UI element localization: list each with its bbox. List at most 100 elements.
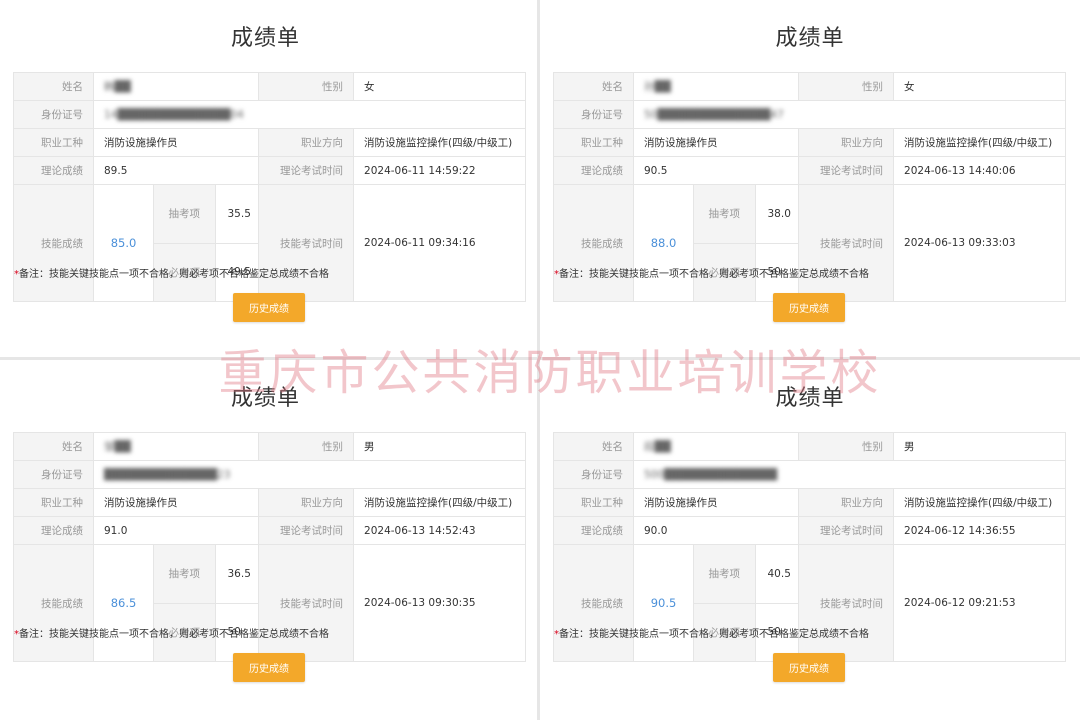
score-card-2: 成绩单 姓名 孙██ 性别 女 身份证号 50██████████████47 … [540, 0, 1080, 360]
card-title: 成绩单 [230, 26, 300, 51]
history-scores-button[interactable]: 历史成绩 [773, 653, 845, 682]
gender-value: 男 [893, 432, 1067, 461]
skill-time-value: 2024-06-13 09:30:35 [353, 544, 527, 662]
theory-score-value: 90.0 [632, 516, 800, 545]
remark-note: *备注：技能关键技能点一项不合格，则必考项不合格鉴定总成绩不合格 [14, 269, 329, 280]
remark-note: *备注：技能关键技能点一项不合格，则必考项不合格鉴定总成绩不合格 [554, 629, 869, 640]
gender-label: 性别 [798, 432, 895, 461]
skill-breakdown: 抽考项 38.0 必考项 50 [694, 185, 799, 301]
occupation-value: 消防设施操作员 [92, 488, 260, 517]
direction-label: 职业方向 [798, 488, 895, 517]
id-value: 14██████████████04 [104, 108, 244, 121]
name-label: 姓名 [13, 72, 94, 101]
skill-score-value: 85.0 [93, 184, 154, 302]
row-theory: 理论成绩 90.0 理论考试时间 2024-06-12 14:36:55 [553, 516, 1067, 545]
occupation-value: 消防设施操作员 [92, 128, 260, 157]
skill-score-label: 技能成绩 [553, 184, 634, 302]
gender-value: 男 [353, 432, 527, 461]
theory-score-label: 理论成绩 [13, 156, 94, 185]
theory-time-value: 2024-06-13 14:52:43 [353, 516, 527, 545]
name-value: 韩██ [104, 81, 131, 93]
random-item-value: 38.0 [755, 185, 799, 244]
name-label: 姓名 [553, 432, 634, 461]
theory-time-value: 2024-06-13 14:40:06 [893, 156, 1067, 185]
theory-score-label: 理论成绩 [553, 516, 634, 545]
row-skill: 技能成绩 90.5 抽考项 40.5 必考项 50 技能考试时间 2024-06-1… [553, 544, 1067, 662]
row-skill: 技能成绩 88.0 抽考项 38.0 必考项 50 技能考试时间 2024-06-1… [553, 184, 1067, 302]
random-item-value: 35.5 [215, 185, 259, 244]
theory-time-value: 2024-06-12 14:36:55 [893, 516, 1067, 545]
remark-note: *备注：技能关键技能点一项不合格，则必考项不合格鉴定总成绩不合格 [554, 269, 869, 280]
theory-time-value: 2024-06-11 14:59:22 [353, 156, 527, 185]
gender-value: 女 [893, 72, 1067, 101]
direction-value: 消防设施监控操作(四级/中级工) [353, 128, 527, 157]
occupation-label: 职业工种 [13, 488, 94, 517]
history-scores-button[interactable]: 历史成绩 [233, 293, 305, 322]
remark-note: *备注：技能关键技能点一项不合格，则必考项不合格鉴定总成绩不合格 [14, 629, 329, 640]
row-id: 身份证号 50██████████████47 [553, 100, 1067, 129]
history-scores-button[interactable]: 历史成绩 [773, 293, 845, 322]
random-item-value: 40.5 [755, 545, 799, 604]
occupation-value: 消防设施操作员 [632, 488, 800, 517]
row-theory: 理论成绩 91.0 理论考试时间 2024-06-13 14:52:43 [13, 516, 527, 545]
occupation-value: 消防设施操作员 [632, 128, 800, 157]
theory-time-label: 理论考试时间 [798, 156, 895, 185]
skill-score-value: 88.0 [633, 184, 694, 302]
row-name-gender: 姓名 段██ 性别 男 [553, 432, 1067, 461]
gender-label: 性别 [258, 432, 355, 461]
name-label: 姓名 [553, 72, 634, 101]
random-item-label: 抽考项 [694, 545, 756, 604]
card-title: 成绩单 [230, 386, 300, 411]
id-value: 50██████████████47 [644, 108, 784, 121]
name-label: 姓名 [13, 432, 94, 461]
name-value: 孙██ [644, 81, 671, 93]
random-item-label: 抽考项 [154, 545, 216, 604]
skill-breakdown: 抽考项 40.5 必考项 50 [694, 545, 799, 661]
id-value: 500██████████████ [644, 468, 778, 481]
row-name-gender: 姓名 韩██ 性别 女 [13, 72, 527, 101]
row-occupation: 职业工种 消防设施操作员 职业方向 消防设施监控操作(四级/中级工) [13, 128, 527, 157]
row-theory: 理论成绩 90.5 理论考试时间 2024-06-13 14:40:06 [553, 156, 1067, 185]
gender-label: 性别 [798, 72, 895, 101]
row-name-gender: 姓名 孙██ 性别 女 [553, 72, 1067, 101]
direction-label: 职业方向 [798, 128, 895, 157]
card-title: 成绩单 [775, 26, 845, 51]
id-value: ██████████████23 [104, 468, 231, 481]
direction-value: 消防设施监控操作(四级/中级工) [353, 488, 527, 517]
row-theory: 理论成绩 89.5 理论考试时间 2024-06-11 14:59:22 [13, 156, 527, 185]
skill-time-value: 2024-06-11 09:34:16 [353, 184, 527, 302]
direction-label: 职业方向 [258, 488, 355, 517]
history-scores-button[interactable]: 历史成绩 [233, 653, 305, 682]
id-label: 身份证号 [553, 460, 634, 489]
score-card-3: 成绩单 姓名 邹██ 性别 男 身份证号 ██████████████23 职业… [0, 360, 540, 720]
direction-value: 消防设施监控操作(四级/中级工) [893, 488, 1067, 517]
direction-label: 职业方向 [258, 128, 355, 157]
theory-time-label: 理论考试时间 [258, 156, 355, 185]
theory-time-label: 理论考试时间 [258, 516, 355, 545]
gender-value: 女 [353, 72, 527, 101]
row-occupation: 职业工种 消防设施操作员 职业方向 消防设施监控操作(四级/中级工) [553, 488, 1067, 517]
skill-time-label: 技能考试时间 [798, 544, 895, 662]
skill-time-label: 技能考试时间 [258, 544, 355, 662]
id-label: 身份证号 [13, 460, 94, 489]
theory-score-value: 91.0 [92, 516, 260, 545]
theory-score-value: 89.5 [92, 156, 260, 185]
skill-breakdown: 抽考项 36.5 必考项 50 [154, 545, 259, 661]
card-title: 成绩单 [775, 386, 845, 411]
occupation-label: 职业工种 [553, 128, 634, 157]
id-label: 身份证号 [553, 100, 634, 129]
row-skill: 技能成绩 86.5 抽考项 36.5 必考项 50 技能考试时间 2024-06-1… [13, 544, 527, 662]
score-card-1: 成绩单 姓名 韩██ 性别 女 身份证号 14██████████████04 … [0, 0, 540, 360]
skill-time-value: 2024-06-12 09:21:53 [893, 544, 1067, 662]
skill-score-value: 86.5 [93, 544, 154, 662]
id-label: 身份证号 [13, 100, 94, 129]
skill-time-label: 技能考试时间 [798, 184, 895, 302]
row-id: 身份证号 500██████████████ [553, 460, 1067, 489]
skill-score-value: 90.5 [633, 544, 694, 662]
skill-score-label: 技能成绩 [13, 184, 94, 302]
row-skill: 技能成绩 85.0 抽考项 35.5 必考项 49.5 技能考试时间 2024-06… [13, 184, 527, 302]
name-value: 段██ [644, 441, 671, 453]
skill-time-value: 2024-06-13 09:33:03 [893, 184, 1067, 302]
row-occupation: 职业工种 消防设施操作员 职业方向 消防设施监控操作(四级/中级工) [13, 488, 527, 517]
row-id: 身份证号 14██████████████04 [13, 100, 527, 129]
